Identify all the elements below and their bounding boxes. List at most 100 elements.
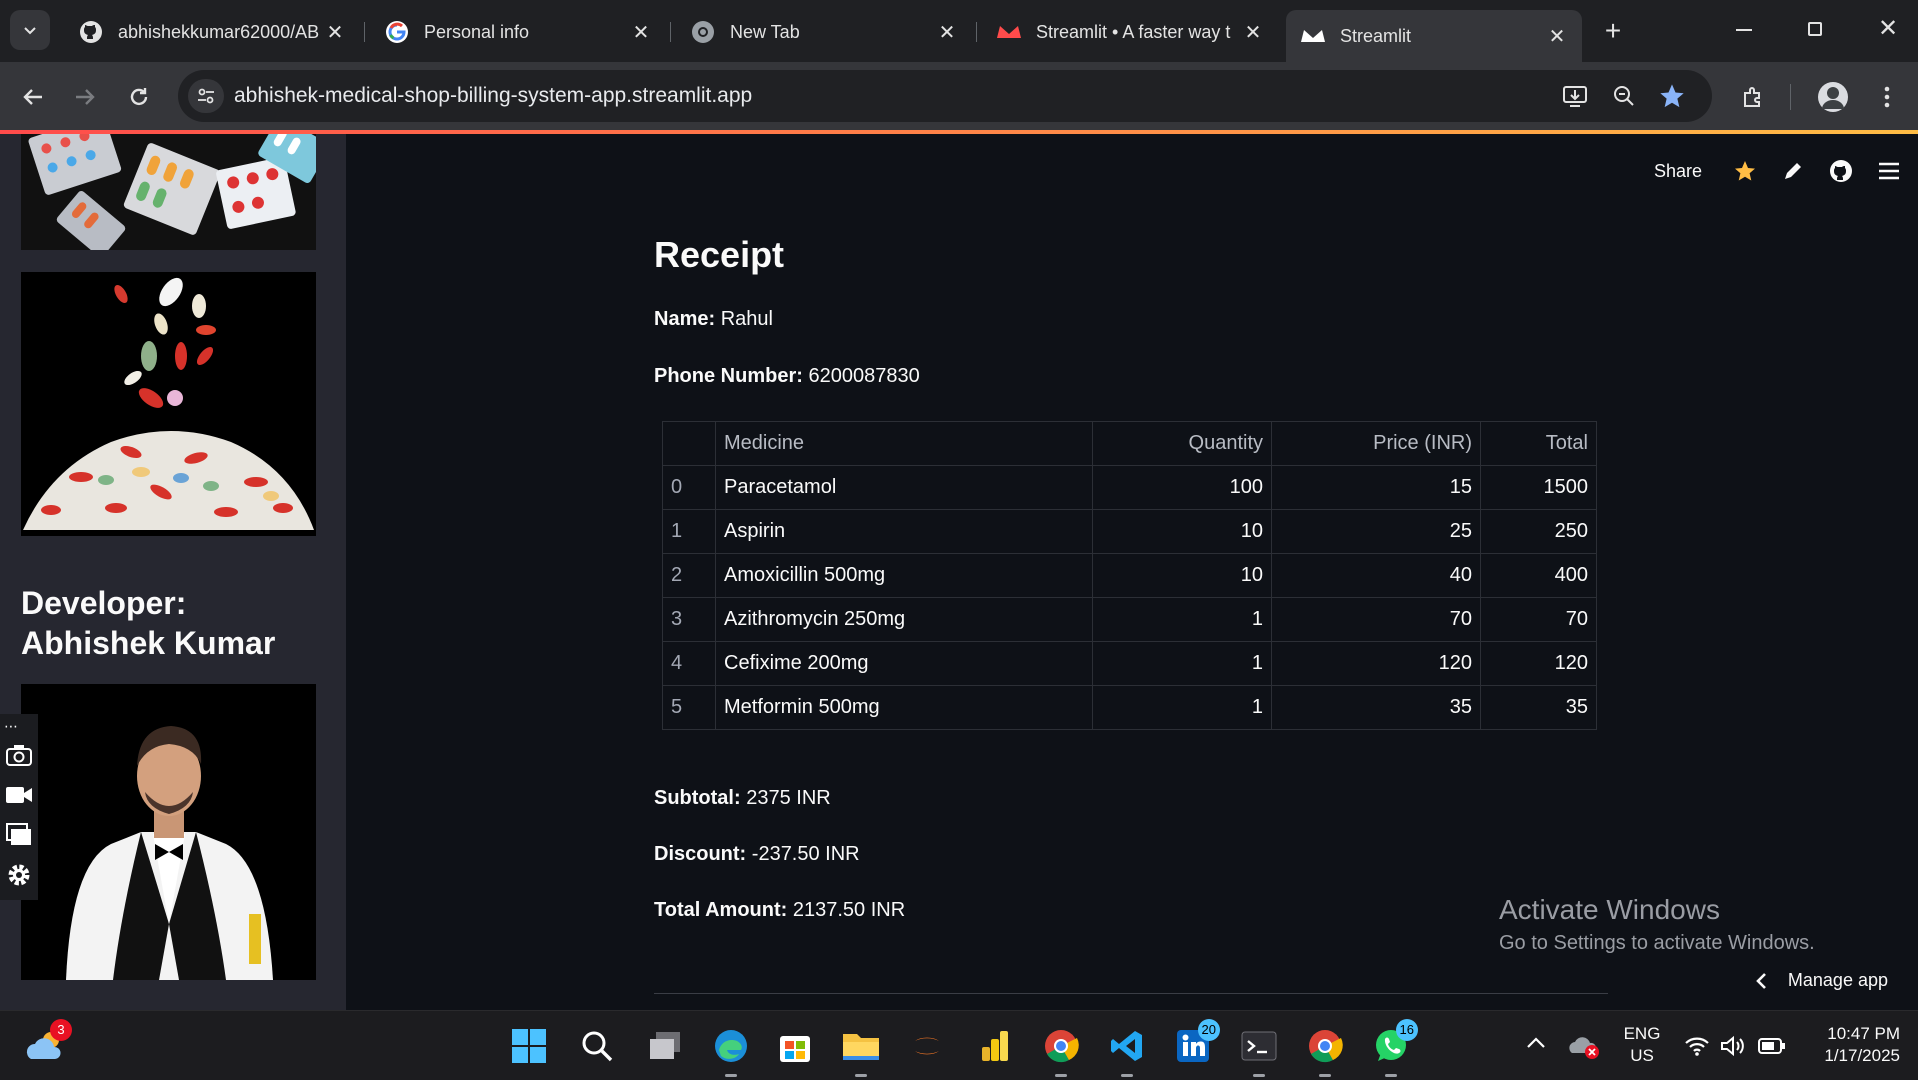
vscode-icon[interactable] <box>1106 1025 1148 1077</box>
chrome-profile-icon[interactable] <box>1304 1025 1346 1077</box>
quantity-cell[interactable]: 1 <box>1092 685 1272 730</box>
price-cell[interactable]: 15 <box>1271 465 1481 510</box>
profile-avatar[interactable] <box>1816 80 1850 114</box>
settings-gear-icon[interactable] <box>4 860 34 890</box>
favorite-star-icon[interactable] <box>1728 154 1762 188</box>
install-app-icon[interactable] <box>1562 84 1588 108</box>
running-indicator <box>1385 1074 1397 1077</box>
new-tab-plus-icon[interactable]: + <box>1598 16 1628 46</box>
address-bar[interactable]: abhishek-medical-shop-billing-system-app… <box>178 70 1712 122</box>
weather-widget-icon[interactable]: 3 <box>24 1019 72 1067</box>
tab-new-tab[interactable]: New Tab ✕ <box>676 12 972 52</box>
minimize-icon[interactable] <box>1736 29 1752 31</box>
running-indicator <box>1055 1074 1067 1077</box>
terminal-icon[interactable] <box>1238 1025 1280 1077</box>
total-cell[interactable]: 400 <box>1480 553 1597 598</box>
jupyter-icon[interactable] <box>906 1025 948 1067</box>
tab-search-button[interactable] <box>10 10 50 50</box>
task-view-icon[interactable] <box>644 1025 686 1067</box>
video-camera-icon[interactable] <box>4 780 34 810</box>
power-bi-icon[interactable] <box>974 1025 1016 1067</box>
total-cell[interactable]: 35 <box>1480 685 1597 730</box>
chrome-icon[interactable] <box>1040 1025 1082 1077</box>
linkedin-icon[interactable]: 20 <box>1172 1019 1220 1067</box>
phone-value: 6200087830 <box>808 365 920 387</box>
share-button[interactable]: Share <box>1654 161 1702 182</box>
price-cell[interactable]: 35 <box>1271 685 1481 730</box>
restore-icon[interactable] <box>1808 22 1822 36</box>
price-column-header[interactable]: Price (INR) <box>1271 421 1481 466</box>
whatsapp-icon[interactable]: 16 <box>1370 1019 1418 1077</box>
medicine-cell[interactable]: Aspirin <box>715 509 1093 554</box>
quantity-cell[interactable]: 10 <box>1092 509 1272 554</box>
developer-heading: Developer: Abhishek Kumar <box>21 585 276 661</box>
medicine-cell[interactable]: Cefixime 200mg <box>715 641 1093 686</box>
edge-browser-icon[interactable] <box>710 1025 752 1077</box>
price-cell[interactable]: 120 <box>1271 641 1481 686</box>
phone-label: Phone Number: <box>654 365 803 387</box>
clock[interactable]: 10:47 PM 1/17/2025 <box>1800 1023 1900 1067</box>
quantity-cell[interactable]: 10 <box>1092 553 1272 598</box>
total-cell[interactable]: 70 <box>1480 597 1597 642</box>
price-cell[interactable]: 70 <box>1271 597 1481 642</box>
tab-streamlit-faster[interactable]: Streamlit • A faster way t ✕ <box>982 12 1278 52</box>
bookmark-star-icon[interactable] <box>1658 82 1686 110</box>
tab-close-icon[interactable]: ✕ <box>630 20 652 45</box>
search-icon[interactable] <box>576 1025 618 1067</box>
tab-close-icon[interactable]: ✕ <box>1242 20 1264 45</box>
close-window-icon[interactable]: ✕ <box>1874 14 1902 44</box>
reload-icon[interactable] <box>122 80 156 114</box>
volume-icon[interactable] <box>1720 1035 1748 1059</box>
medicine-cell[interactable]: Azithromycin 250mg <box>715 597 1093 642</box>
start-windows-icon[interactable] <box>508 1025 550 1067</box>
index-column-header[interactable] <box>662 421 716 466</box>
medicine-cell[interactable]: Paracetamol <box>715 465 1093 510</box>
battery-icon[interactable] <box>1758 1037 1788 1057</box>
pills-pile-image <box>21 272 316 536</box>
manage-app-button[interactable]: Manage app <box>1754 970 1888 991</box>
quantity-cell[interactable]: 100 <box>1092 465 1272 510</box>
tray-overflow-chevron-up-icon[interactable] <box>1526 1035 1548 1057</box>
medicine-cell[interactable]: Amoxicillin 500mg <box>715 553 1093 598</box>
price-cell[interactable]: 25 <box>1271 509 1481 554</box>
total-cell[interactable]: 250 <box>1480 509 1597 554</box>
tab-close-icon[interactable]: ✕ <box>1546 24 1568 49</box>
tab-title: Streamlit • A faster way t <box>1036 21 1231 42</box>
extensions-icon[interactable] <box>1736 80 1770 114</box>
file-explorer-icon[interactable] <box>840 1025 882 1077</box>
total-column-header[interactable]: Total <box>1480 421 1597 466</box>
medicine-column-header[interactable]: Medicine <box>715 421 1093 466</box>
back-icon[interactable] <box>16 80 50 114</box>
total-cell[interactable]: 120 <box>1480 641 1597 686</box>
tab-streamlit-active[interactable]: Streamlit ✕ <box>1286 10 1582 62</box>
pin-icon[interactable]: ⋯ <box>4 718 34 734</box>
receipt-table[interactable]: Medicine Quantity Price (INR) Total 0 Pa… <box>662 421 1597 730</box>
row-index: 5 <box>662 685 716 730</box>
price-cell[interactable]: 40 <box>1271 553 1481 598</box>
gallery-icon[interactable] <box>4 820 34 850</box>
quantity-column-header[interactable]: Quantity <box>1092 421 1272 466</box>
zoom-icon[interactable] <box>1612 84 1636 108</box>
table-row: 2 Amoxicillin 500mg 10 40 400 <box>662 553 1597 598</box>
camera-icon[interactable] <box>4 740 34 770</box>
forward-icon[interactable] <box>68 80 102 114</box>
medicine-cell[interactable]: Metformin 500mg <box>715 685 1093 730</box>
github-icon[interactable] <box>1824 154 1858 188</box>
language-indicator[interactable]: ENG US <box>1620 1023 1664 1067</box>
quantity-cell[interactable]: 1 <box>1092 641 1272 686</box>
microsoft-store-icon[interactable] <box>774 1025 816 1067</box>
tab-personal-info[interactable]: Personal info ✕ <box>370 12 666 52</box>
discount-label: Discount: <box>654 843 747 865</box>
edit-pencil-icon[interactable] <box>1776 154 1810 188</box>
quantity-cell[interactable]: 1 <box>1092 597 1272 642</box>
hamburger-menu-icon[interactable] <box>1872 154 1906 188</box>
site-info-icon[interactable] <box>188 79 224 113</box>
tab-close-icon[interactable]: ✕ <box>936 20 958 45</box>
tab-github[interactable]: abhishekkumar62000/AB ✕ <box>64 12 360 52</box>
name-label: Name: <box>654 308 716 330</box>
total-cell[interactable]: 1500 <box>1480 465 1597 510</box>
onedrive-error-icon[interactable] <box>1568 1033 1602 1061</box>
wifi-icon[interactable] <box>1684 1035 1712 1059</box>
tab-close-icon[interactable]: ✕ <box>324 20 346 45</box>
browser-menu-icon[interactable] <box>1870 80 1904 114</box>
